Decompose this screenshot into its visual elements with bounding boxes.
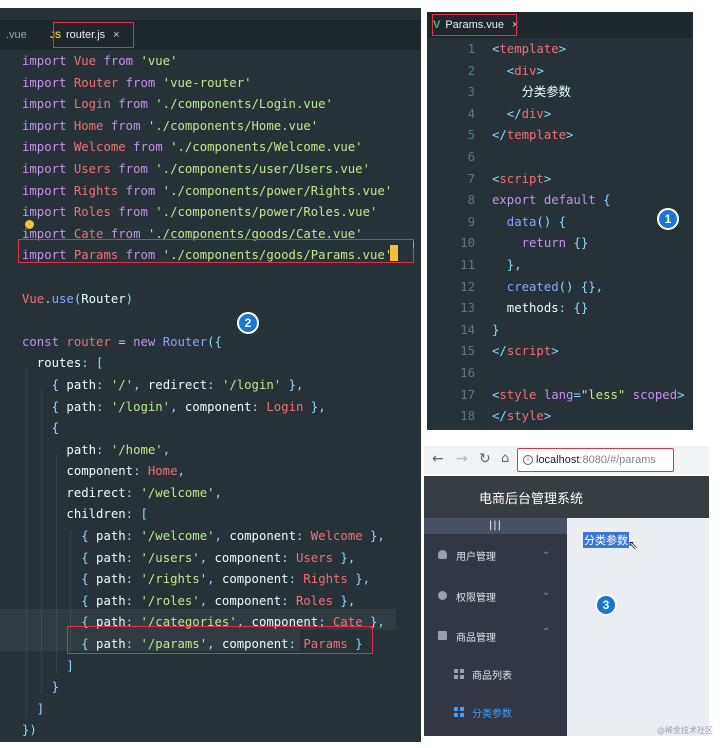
- code-line: ]: [22, 701, 45, 716]
- sidebar-subitem-label: 分类参数: [472, 709, 512, 720]
- code-line: }: [492, 322, 500, 337]
- code-line: { path: '/login', component: Login },: [22, 399, 326, 414]
- forward-arrow-icon[interactable]: →: [456, 451, 468, 467]
- back-arrow-icon[interactable]: ←: [432, 451, 444, 467]
- code-line: <template>: [492, 42, 567, 56]
- sidebar-item-label: 用户管理: [456, 552, 496, 563]
- params-route-highlight-box: [67, 626, 373, 654]
- sidebar: ||| 用户管理 ⌄ 权限管理 ⌄ 商品管理 ⌃ 商品列表 分类参数: [424, 518, 567, 736]
- code-line: </div>: [492, 106, 552, 121]
- tab-vue-file[interactable]: .vue: [6, 20, 27, 50]
- user-icon: [438, 550, 447, 559]
- sidebar-item-user-management[interactable]: 用户管理 ⌄: [424, 535, 567, 575]
- address-bar[interactable]: i localhost:8080/#/params: [517, 448, 674, 472]
- code-line: }): [22, 723, 37, 738]
- chevron-down-icon: ⌄: [542, 587, 551, 598]
- code-line: <style lang="less" scoped>: [492, 387, 685, 402]
- watermark: @稀金技术社区: [657, 726, 713, 735]
- router-tab-highlight-box: [53, 22, 134, 48]
- sidebar-item-permission-management[interactable]: 权限管理 ⌄: [424, 576, 567, 616]
- params-page-text[interactable]: 分类参数: [583, 532, 629, 548]
- chevron-up-icon: ⌃: [542, 627, 551, 638]
- main-content: 分类参数 ⇖: [567, 518, 709, 736]
- sidebar-item-label: 商品管理: [456, 633, 496, 644]
- code-line: { path: '/welcome', component: Welcome }…: [22, 529, 385, 544]
- i-beam-cursor-icon: I: [412, 240, 415, 251]
- code-line: { path: '/users', component: Users },: [22, 550, 356, 565]
- url-path: :8080/#/params: [579, 454, 656, 466]
- reload-icon[interactable]: ↻: [479, 451, 491, 467]
- code-line: import Home from './components/Home.vue': [22, 118, 319, 133]
- home-icon[interactable]: ⌂: [501, 451, 509, 466]
- lightbulb-icon[interactable]: [25, 220, 34, 229]
- code-line: import Vue from 'vue': [22, 54, 178, 68]
- code-line: <script>: [492, 171, 552, 186]
- sidebar-subitem-params[interactable]: 分类参数: [424, 694, 567, 730]
- code-line: <div>: [492, 63, 544, 78]
- permission-icon: [438, 591, 447, 600]
- sidebar-collapse-toggle[interactable]: |||: [424, 518, 567, 534]
- code-line: path: '/home',: [22, 442, 171, 457]
- chevron-down-icon: ⌄: [542, 546, 551, 557]
- code-line: import Login from './components/Login.vu…: [22, 97, 333, 112]
- code-line: { path: '/', redirect: '/login' },: [22, 377, 304, 392]
- code-line: created() {},: [492, 279, 604, 294]
- code-line: import Users from './components/user/Use…: [22, 161, 370, 176]
- grid-icon: [454, 707, 464, 717]
- code-line: </script>: [492, 344, 559, 359]
- code-line: import Router from 'vue-router': [22, 75, 252, 90]
- code-line: data() {: [492, 214, 567, 229]
- code-line: export default {: [492, 193, 611, 208]
- params-tab-highlight-box: [432, 14, 517, 36]
- sidebar-item-goods-management[interactable]: 商品管理 ⌃: [424, 616, 567, 656]
- info-icon[interactable]: i: [523, 455, 533, 465]
- code-line: import Roles from './components/power/Ro…: [22, 205, 378, 220]
- mouse-pointer-icon: ⇖: [628, 538, 639, 552]
- line-number-gutter: 1 2 3 4 5 6 7 8 9 10 11 12 13 14 15 16 1…: [460, 42, 475, 424]
- sidebar-item-label: 权限管理: [456, 593, 496, 604]
- code-line: { path: '/roles', component: Roles },: [22, 593, 356, 608]
- code-line: {: [22, 421, 60, 436]
- grid-icon: [454, 669, 464, 679]
- code-line: }: [22, 680, 60, 695]
- step-2-badge: 2: [237, 312, 259, 334]
- app-header: 电商后台管理系统: [424, 476, 709, 518]
- url-host: localhost: [536, 454, 580, 466]
- router-js-editor: .vue JS router.js × import Vue from 'vue' i…: [0, 8, 421, 742]
- code-line: methods: {}: [492, 301, 589, 316]
- sidebar-subitem-label: 商品列表: [472, 671, 512, 682]
- shopping-bag-icon: [438, 631, 447, 640]
- code-line: </template>: [492, 128, 574, 143]
- code-line: Vue.use(Router): [22, 291, 134, 306]
- code-line: return {}: [492, 236, 589, 251]
- code-line: redirect: '/welcome',: [22, 485, 222, 500]
- code-line: </style>: [492, 409, 552, 424]
- code-line: children: [: [22, 507, 148, 522]
- step-3-badge: 3: [595, 594, 617, 616]
- sidebar-subitem-goods-list[interactable]: 商品列表: [424, 656, 567, 692]
- code-line: import Welcome from './components/Welcom…: [22, 140, 363, 155]
- code-line: { path: '/rights', component: Rights },: [22, 572, 371, 587]
- params-vue-code[interactable]: <template> <div> 分类参数 </div> </template> …: [492, 39, 685, 428]
- params-vue-editor: V Params.vue × 1 2 3 4 5 6 7 8 9 10 11 12 …: [427, 12, 693, 430]
- code-line: ]: [22, 658, 74, 673]
- browser-window: ← → ↻ ⌂ i localhost:8080/#/params 电商后台管理…: [424, 446, 709, 736]
- step-1-badge: 1: [657, 208, 679, 230]
- code-line: 分类参数: [492, 85, 571, 100]
- text-caret: [390, 245, 398, 261]
- app-title: 电商后台管理系统: [479, 492, 584, 507]
- code-line: component: Home,: [22, 464, 185, 479]
- code-line: routes: [: [22, 356, 104, 371]
- code-line: },: [492, 257, 522, 272]
- code-line: const router = new Router({: [22, 334, 222, 349]
- browser-toolbar: ← → ↻ ⌂ i localhost:8080/#/params: [424, 446, 709, 474]
- code-line: import Rights from './components/power/R…: [22, 183, 393, 198]
- params-import-highlight-box: [18, 239, 414, 263]
